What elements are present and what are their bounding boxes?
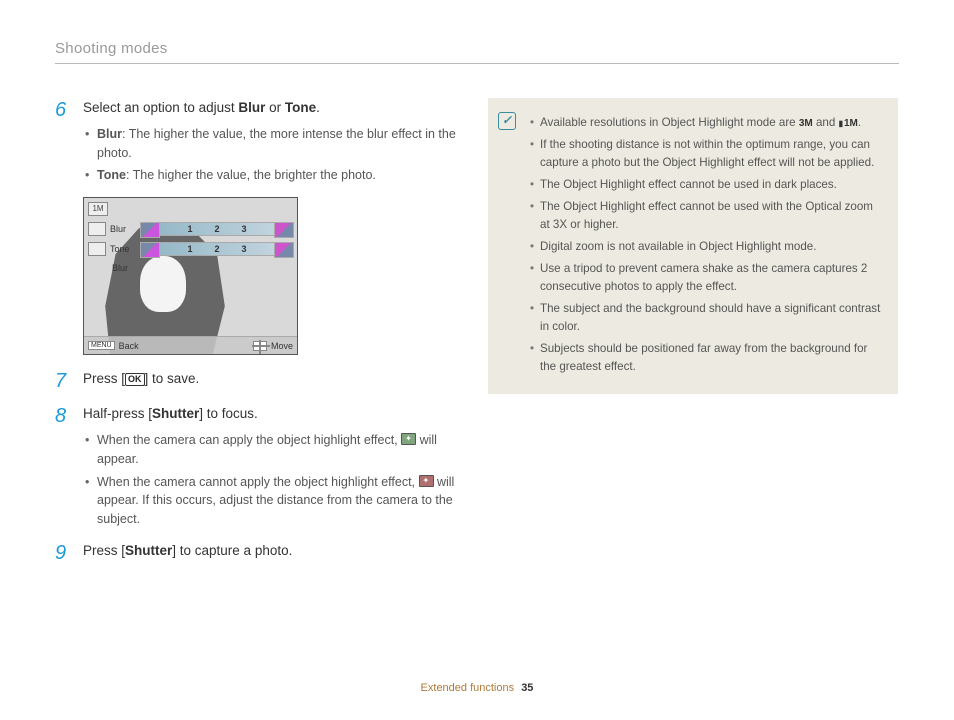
step-9-text: Press [Shutter] to capture a photo. [83, 541, 460, 562]
slider-tick: 1 [187, 244, 192, 254]
slider-tick: 1 [187, 224, 192, 234]
text: and [813, 116, 839, 129]
text: ] to focus. [199, 406, 258, 421]
highlight-ok-icon [401, 433, 416, 445]
note-box: ✓ Available resolutions in Object Highli… [488, 98, 898, 394]
chapter-name: Extended functions [421, 682, 515, 694]
step-6-title: Select an option to adjust Blur or Tone. [83, 98, 460, 119]
step-8-bullet-2: When the camera cannot apply the object … [85, 473, 460, 529]
text: Half-press [ [83, 406, 152, 421]
note-item: If the shooting distance is not within t… [530, 136, 884, 172]
text: Select an option to adjust [83, 100, 238, 115]
note-icon: ✓ [498, 112, 516, 130]
step-6-bullet-blur: Blur: The higher the value, the more int… [85, 125, 460, 163]
text: ] to save. [145, 371, 200, 386]
camera-screen-illustration: 1M Blur 1 2 3 Tone 1 2 3 [83, 197, 298, 355]
slider-tick: 2 [214, 224, 219, 234]
shutter-word: Shutter [152, 406, 199, 421]
divider [55, 63, 899, 64]
tone-word: Tone [285, 100, 316, 115]
text: Press [ [83, 543, 125, 558]
row-icon [88, 222, 106, 236]
resolution-3m-icon: 3M [799, 116, 813, 132]
text: When the camera can apply the object hig… [97, 433, 401, 447]
step-number: 7 [55, 369, 83, 396]
ok-icon: OK [125, 373, 145, 386]
menu-chip: MENU [88, 341, 115, 350]
text: . [316, 100, 320, 115]
row-icon [88, 242, 106, 256]
slider: 1 2 3 [140, 222, 294, 236]
blur-word: Blur [238, 100, 265, 115]
slider-tick: 2 [214, 244, 219, 254]
page-footer: Extended functions 35 [0, 682, 954, 694]
text: . [858, 116, 861, 129]
tone-slider-row: Tone 1 2 3 [88, 240, 294, 258]
silhouette-face [140, 256, 186, 312]
highlight-fail-icon [419, 475, 434, 487]
note-item: The subject and the background should ha… [530, 300, 884, 336]
step-6: 6 Select an option to adjust Blur or Ton… [55, 98, 460, 189]
step-6-bullet-tone: Tone: The higher the value, the brighter… [85, 166, 460, 185]
note-item: The Object Highlight effect cannot be us… [530, 176, 884, 194]
label: Blur [97, 127, 122, 141]
camera-bottom-bar: MENU Back Move [84, 336, 297, 354]
step-8-title: Half-press [Shutter] to focus. [83, 404, 460, 425]
text: or [265, 100, 285, 115]
slider: 1 2 3 [140, 242, 294, 256]
note-item: Subjects should be positioned far away f… [530, 340, 884, 376]
right-column: ✓ Available resolutions in Object Highli… [488, 98, 898, 576]
text: Press [ [83, 371, 125, 386]
sub-label: Blur [88, 260, 136, 276]
note-item: Digital zoom is not available in Object … [530, 238, 884, 256]
note-item: Use a tripod to prevent camera shake as … [530, 260, 884, 296]
note-item: The Object Highlight effect cannot be us… [530, 198, 884, 234]
dpad-icon [253, 341, 267, 351]
page-number: 35 [521, 682, 533, 694]
move-label: Move [271, 341, 293, 351]
step-7: 7 Press [OK] to save. [55, 369, 460, 396]
left-column: 6 Select an option to adjust Blur or Ton… [55, 98, 460, 576]
section-header: Shooting modes [55, 40, 899, 57]
step-number: 9 [55, 541, 83, 568]
step-9: 9 Press [Shutter] to capture a photo. [55, 541, 460, 568]
row-label: Tone [110, 244, 140, 254]
step-8: 8 Half-press [Shutter] to focus. When th… [55, 404, 460, 533]
text: When the camera cannot apply the object … [97, 475, 419, 489]
label: Tone [97, 168, 126, 182]
text: : The higher the value, the brighter the… [126, 168, 376, 182]
resolution-1m-icon: 1M [839, 116, 858, 132]
step-8-bullet-1: When the camera can apply the object hig… [85, 431, 460, 469]
slider-tick: 3 [242, 224, 247, 234]
blur-slider-row: Blur 1 2 3 [88, 220, 294, 238]
note-item: Available resolutions in Object Highligh… [530, 114, 884, 132]
step-number: 6 [55, 98, 83, 189]
text: ] to capture a photo. [172, 543, 292, 558]
back-label: Back [119, 341, 139, 351]
text: : The higher the value, the more intense… [97, 127, 456, 160]
step-number: 8 [55, 404, 83, 533]
shutter-word: Shutter [125, 543, 172, 558]
text: Available resolutions in Object Highligh… [540, 116, 799, 129]
step-7-text: Press [OK] to save. [83, 369, 460, 390]
slider-tick: 3 [242, 244, 247, 254]
row-label: Blur [110, 224, 140, 234]
mode-indicator: 1M [88, 202, 108, 216]
